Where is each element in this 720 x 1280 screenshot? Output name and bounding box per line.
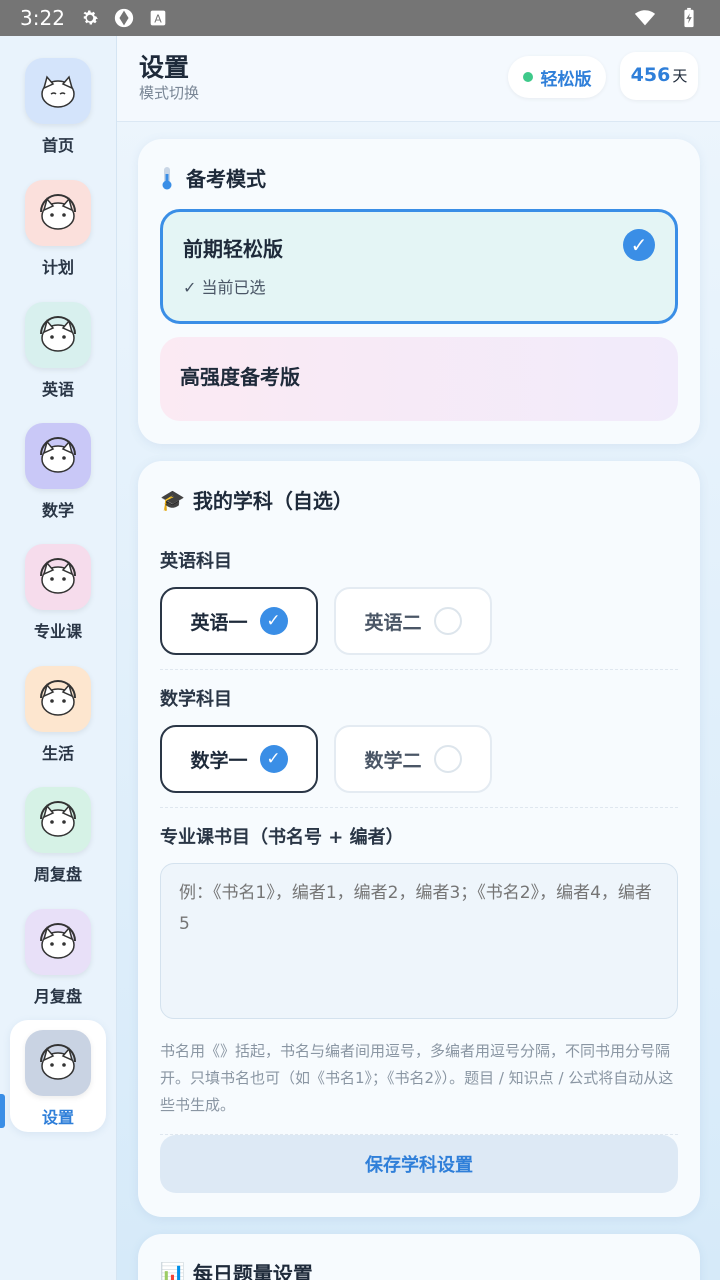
- card-title: 备考模式: [160, 163, 266, 192]
- books-hint: 书名用《》括起，书名与编者间用逗号，多编者用逗号分隔，不同书用分号隔开。只填书名…: [160, 1042, 674, 1114]
- battery-icon: [684, 7, 694, 28]
- exam-mode-card: 备考模式 前期轻松版 ✓ 当前已选 ✓ 高强度备考版: [138, 139, 700, 444]
- mode-option-label: 前期轻松版: [183, 237, 283, 261]
- check-icon: ✓: [259, 607, 288, 635]
- mode-option-status: ✓ 当前已选: [183, 278, 266, 297]
- a-icon: A: [150, 10, 166, 26]
- english-section-label: 英语科目: [160, 551, 232, 572]
- sidebar-item-major[interactable]: 专业课: [10, 534, 106, 646]
- sidebar-item-weekly-review[interactable]: 周复盘: [10, 777, 106, 889]
- sidebar-item-label: 数学: [41, 501, 74, 520]
- check-icon: ✓: [259, 745, 288, 773]
- sidebar-item-settings[interactable]: 设置: [10, 1020, 106, 1132]
- wifi-icon: [634, 10, 656, 26]
- sidebar-item-label: 英语: [41, 380, 74, 399]
- page-subtitle: 模式切换: [139, 84, 200, 102]
- books-input[interactable]: [160, 863, 678, 1019]
- svg-text:A: A: [154, 13, 162, 26]
- sidebar-item-math[interactable]: 数学: [10, 413, 106, 525]
- card-title: 🎓 我的学科（自选）: [160, 485, 353, 514]
- sidebar-item-monthly-review[interactable]: 月复盘: [10, 899, 106, 1011]
- save-subjects-button[interactable]: 保存学科设置: [160, 1135, 678, 1193]
- cat-avatar-icon: [25, 787, 91, 853]
- status-dot-icon: [522, 72, 533, 82]
- option-label: 英语二: [364, 611, 422, 634]
- sidebar-item-label: 周复盘: [33, 865, 82, 884]
- sidebar-item-label: 首页: [41, 136, 74, 155]
- radio-empty-icon: [433, 607, 462, 635]
- cat-avatar-icon: [25, 180, 91, 246]
- daily-title: 每日题量设置: [192, 1262, 313, 1280]
- status-bar: 3:22 A: [0, 0, 720, 36]
- divider: [160, 669, 678, 670]
- option-label: 数学一: [190, 749, 248, 772]
- page-title: 设置: [139, 53, 190, 82]
- math-two-option[interactable]: 数学二: [334, 725, 492, 793]
- thermometer-icon: [162, 166, 172, 189]
- math-one-option[interactable]: 数学一 ✓: [160, 725, 318, 793]
- days-unit: 天: [672, 67, 688, 85]
- card-title: 📊 每日题量设置: [160, 1258, 313, 1280]
- days-countdown-badge: 456 天: [620, 52, 698, 100]
- sidebar-item-life[interactable]: 生活: [10, 656, 106, 768]
- sidebar-item-home[interactable]: 首页: [10, 48, 106, 160]
- books-section-label: 专业课书目（书名号 + 编者）: [160, 827, 404, 848]
- subjects-card: 🎓 我的学科（自选） 英语科目 英语一 ✓ 英语二 数学科目 数学一 ✓ 数学二…: [138, 461, 700, 1217]
- cat-avatar-icon: [25, 666, 91, 732]
- check-icon: ✓: [623, 229, 655, 261]
- sidebar-item-label: 专业课: [33, 622, 82, 641]
- math-section-label: 数学科目: [160, 689, 232, 710]
- sidebar-item-label: 设置: [41, 1108, 74, 1127]
- gear-icon: [83, 10, 98, 25]
- mode-option-easy[interactable]: 前期轻松版 ✓ 当前已选 ✓: [160, 209, 678, 324]
- graduation-cap-icon: 🎓: [160, 487, 185, 512]
- sidebar-item-label: 生活: [41, 744, 74, 763]
- sidebar: 首页 计划 英语 数学 专业课 生活 周复盘 月复盘 设置: [0, 36, 117, 1280]
- exam-mode-title: 备考模式: [186, 167, 266, 191]
- status-time: 3:22: [20, 6, 65, 30]
- english-two-option[interactable]: 英语二: [334, 587, 492, 655]
- radio-empty-icon: [433, 745, 462, 773]
- option-label: 数学二: [364, 749, 422, 772]
- option-label: 英语一: [190, 611, 248, 634]
- divider: [160, 807, 678, 808]
- daily-quantity-card: 📊 每日题量设置: [138, 1234, 700, 1280]
- days-number: 456: [630, 64, 671, 86]
- cat-avatar-icon: [25, 58, 91, 124]
- mode-badge[interactable]: 轻松版: [508, 56, 606, 98]
- app-icon: [114, 8, 134, 28]
- mode-option-intense[interactable]: 高强度备考版: [160, 337, 678, 421]
- active-indicator: [0, 1094, 5, 1128]
- sidebar-item-label: 月复盘: [33, 987, 82, 1006]
- subjects-title: 我的学科（自选）: [192, 489, 353, 513]
- cat-avatar-icon: [25, 1030, 91, 1096]
- sidebar-item-label: 计划: [41, 258, 74, 277]
- cat-avatar-icon: [25, 302, 91, 368]
- cat-avatar-icon: [25, 423, 91, 489]
- mode-badge-label: 轻松版: [540, 69, 592, 90]
- mode-option-label: 高强度备考版: [180, 365, 300, 389]
- sidebar-item-english[interactable]: 英语: [10, 292, 106, 404]
- cat-avatar-icon: [25, 909, 91, 975]
- sidebar-item-plan[interactable]: 计划: [10, 170, 106, 282]
- page-header: 设置 模式切换 轻松版 456 天: [117, 36, 720, 122]
- bar-chart-icon: 📊: [160, 1260, 185, 1280]
- cat-avatar-icon: [25, 544, 91, 610]
- english-one-option[interactable]: 英语一 ✓: [160, 587, 318, 655]
